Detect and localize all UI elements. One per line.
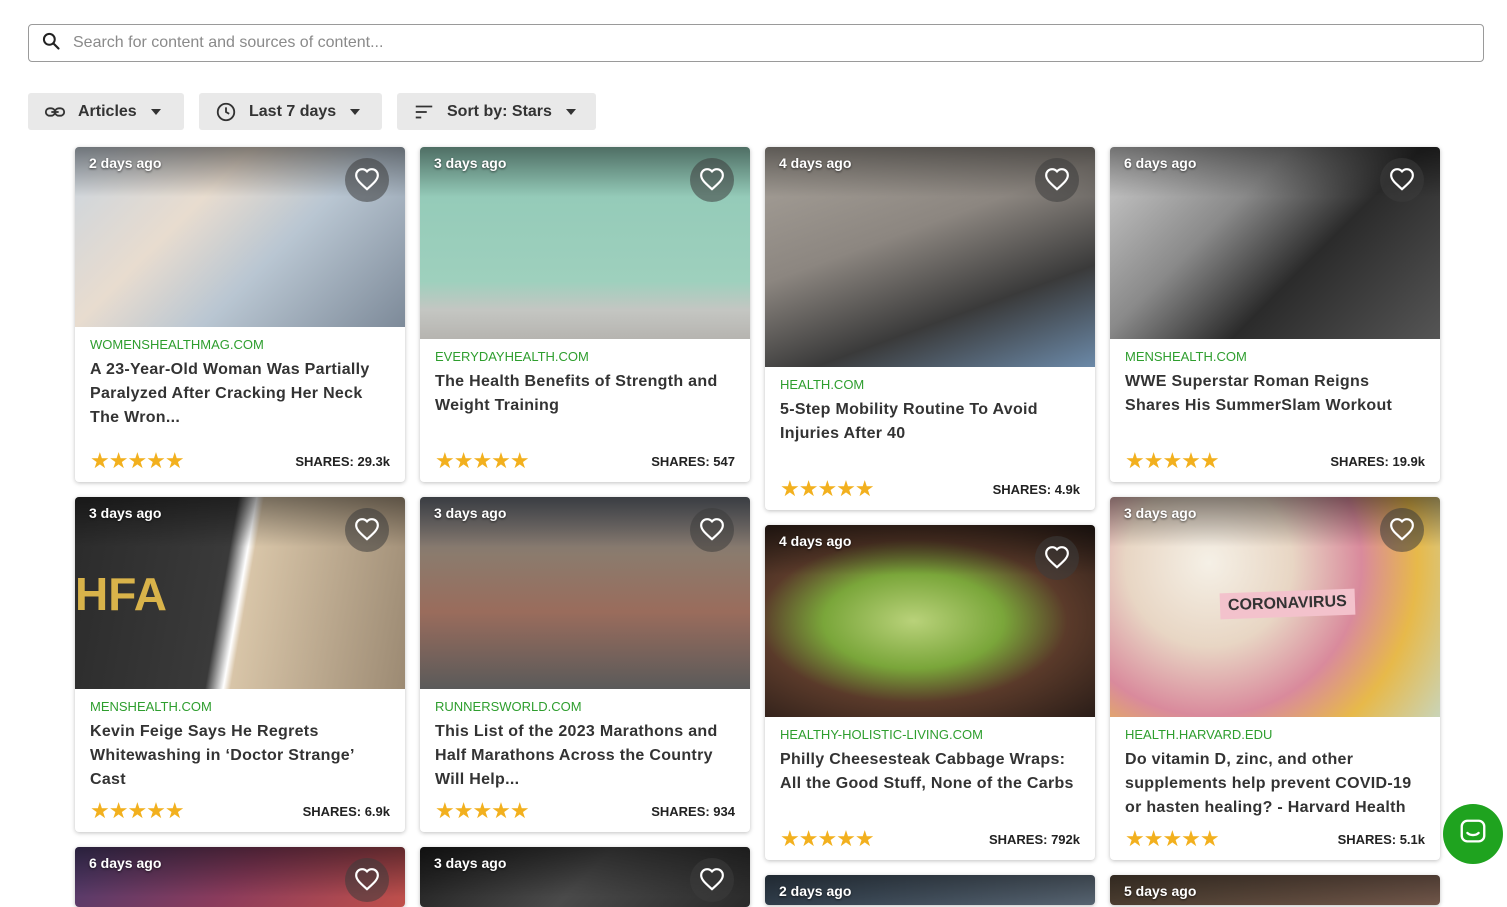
share-count: SHARES: 4.9k: [992, 481, 1080, 497]
article-card[interactable]: 2 days ago: [765, 875, 1095, 905]
article-age: 4 days ago: [779, 533, 852, 549]
chat-icon: [1458, 817, 1488, 852]
article-image: CORONAVIRUS 3 days ago: [1110, 497, 1440, 717]
article-title[interactable]: This List of the 2023 Marathons and Half…: [435, 720, 735, 792]
article-title[interactable]: The Health Benefits of Strength and Weig…: [435, 370, 735, 418]
share-count: SHARES: 547: [651, 453, 735, 469]
star-rating: ★★★★★: [90, 448, 185, 473]
article-card[interactable]: 6 days ago: [75, 847, 405, 907]
share-count: SHARES: 19.9k: [1330, 453, 1425, 469]
chevron-down-icon: [350, 108, 361, 115]
article-age: 6 days ago: [89, 855, 162, 871]
star-rating: ★★★★★: [90, 798, 185, 823]
article-image: 3 days ago: [420, 147, 750, 339]
share-count: SHARES: 934: [651, 803, 735, 819]
image-text-overlay: CORONAVIRUS: [1219, 588, 1356, 620]
article-image: 3 days ago: [420, 497, 750, 689]
chevron-down-icon: [150, 108, 161, 115]
article-age: 3 days ago: [89, 505, 162, 521]
favorite-heart-icon[interactable]: [1380, 508, 1424, 552]
article-source[interactable]: EVERYDAYHEALTH.COM: [435, 349, 735, 364]
article-title[interactable]: A 23-Year-Old Woman Was Partially Paraly…: [90, 358, 390, 430]
search-icon: [41, 31, 61, 56]
article-card[interactable]: 4 days ago HEALTHY-HOLISTIC-LIVING.COM P…: [765, 525, 1095, 860]
article-title[interactable]: Kevin Feige Says He Regrets Whitewashing…: [90, 720, 390, 792]
article-source[interactable]: RUNNERSWORLD.COM: [435, 699, 735, 714]
clock-icon: [215, 101, 237, 123]
article-source[interactable]: HEALTHY-HOLISTIC-LIVING.COM: [780, 727, 1080, 742]
article-image: 5 days ago: [1110, 875, 1440, 905]
article-title[interactable]: 5-Step Mobility Routine To Avoid Injurie…: [780, 398, 1080, 446]
favorite-heart-icon[interactable]: [690, 158, 734, 202]
article-image: 3 days ago: [420, 847, 750, 907]
article-age: 3 days ago: [434, 505, 507, 521]
article-card[interactable]: 3 days ago RUNNERSWORLD.COM This List of…: [420, 497, 750, 832]
type-filter-label: Articles: [78, 102, 137, 120]
article-image: 4 days ago: [765, 525, 1095, 717]
image-text-overlay: HFA: [75, 568, 167, 620]
article-age: 3 days ago: [434, 855, 507, 871]
star-rating: ★★★★★: [1125, 448, 1220, 473]
article-card[interactable]: 5 days ago: [1110, 875, 1440, 905]
favorite-heart-icon[interactable]: [1035, 536, 1079, 580]
sort-icon: [413, 101, 435, 123]
article-image: 2 days ago: [75, 147, 405, 327]
article-card[interactable]: 3 days ago EVERYDAYHEALTH.COM The Health…: [420, 147, 750, 482]
article-image: 2 days ago: [765, 875, 1095, 905]
article-age: 5 days ago: [1124, 883, 1197, 899]
favorite-heart-icon[interactable]: [345, 858, 389, 902]
favorite-heart-icon[interactable]: [345, 508, 389, 552]
article-age: 4 days ago: [779, 155, 852, 171]
star-rating: ★★★★★: [435, 448, 530, 473]
article-card[interactable]: 2 days ago WOMENSHEALTHMAG.COM A 23-Year…: [75, 147, 405, 482]
article-image: 6 days ago: [75, 847, 405, 907]
favorite-heart-icon[interactable]: [1035, 158, 1079, 202]
star-rating: ★★★★★: [780, 476, 875, 501]
star-rating: ★★★★★: [1125, 826, 1220, 851]
article-card[interactable]: HFA 3 days ago MENSHEALTH.COM Kevin Feig…: [75, 497, 405, 832]
article-source[interactable]: HEALTH.COM: [780, 377, 1080, 392]
article-image: 4 days ago: [765, 147, 1095, 367]
article-age: 2 days ago: [89, 155, 162, 171]
article-source[interactable]: HEALTH.HARVARD.EDU: [1125, 727, 1425, 742]
link-icon: [44, 101, 66, 123]
chevron-down-icon: [565, 108, 576, 115]
article-title[interactable]: Do vitamin D, zinc, and other supplement…: [1125, 748, 1425, 820]
article-source[interactable]: MENSHEALTH.COM: [1125, 349, 1425, 364]
favorite-heart-icon[interactable]: [690, 508, 734, 552]
article-card[interactable]: 4 days ago HEALTH.COM 5-Step Mobility Ro…: [765, 147, 1095, 510]
time-filter-label: Last 7 days: [249, 102, 337, 120]
time-filter-dropdown[interactable]: Last 7 days: [199, 93, 382, 130]
favorite-heart-icon[interactable]: [690, 858, 734, 902]
article-image: HFA 3 days ago: [75, 497, 405, 689]
star-rating: ★★★★★: [780, 826, 875, 851]
article-card[interactable]: 6 days ago MENSHEALTH.COM WWE Superstar …: [1110, 147, 1440, 482]
article-age: 3 days ago: [1124, 505, 1197, 521]
search-bar[interactable]: [28, 24, 1484, 62]
sort-dropdown[interactable]: Sort by: Stars: [397, 93, 596, 130]
share-count: SHARES: 5.1k: [1337, 831, 1425, 847]
article-title[interactable]: WWE Superstar Roman Reigns Shares His Su…: [1125, 370, 1425, 418]
chat-launcher-button[interactable]: [1443, 804, 1503, 864]
share-count: SHARES: 29.3k: [295, 453, 390, 469]
sort-label: Sort by: Stars: [447, 102, 552, 120]
share-count: SHARES: 6.9k: [302, 803, 390, 819]
article-card[interactable]: CORONAVIRUS 3 days ago HEALTH.HARVARD.ED…: [1110, 497, 1440, 860]
article-title[interactable]: Philly Cheesesteak Cabbage Wraps: All th…: [780, 748, 1080, 796]
article-source[interactable]: MENSHEALTH.COM: [90, 699, 390, 714]
search-input[interactable]: [71, 33, 1483, 53]
share-count: SHARES: 792k: [988, 831, 1080, 847]
article-card[interactable]: 3 days ago: [420, 847, 750, 907]
article-age: 6 days ago: [1124, 155, 1197, 171]
article-image: 6 days ago: [1110, 147, 1440, 339]
article-age: 2 days ago: [779, 883, 852, 899]
article-age: 3 days ago: [434, 155, 507, 171]
favorite-heart-icon[interactable]: [1380, 158, 1424, 202]
type-filter-dropdown[interactable]: Articles: [28, 93, 184, 130]
star-rating: ★★★★★: [435, 798, 530, 823]
article-source[interactable]: WOMENSHEALTHMAG.COM: [90, 337, 390, 352]
favorite-heart-icon[interactable]: [345, 158, 389, 202]
